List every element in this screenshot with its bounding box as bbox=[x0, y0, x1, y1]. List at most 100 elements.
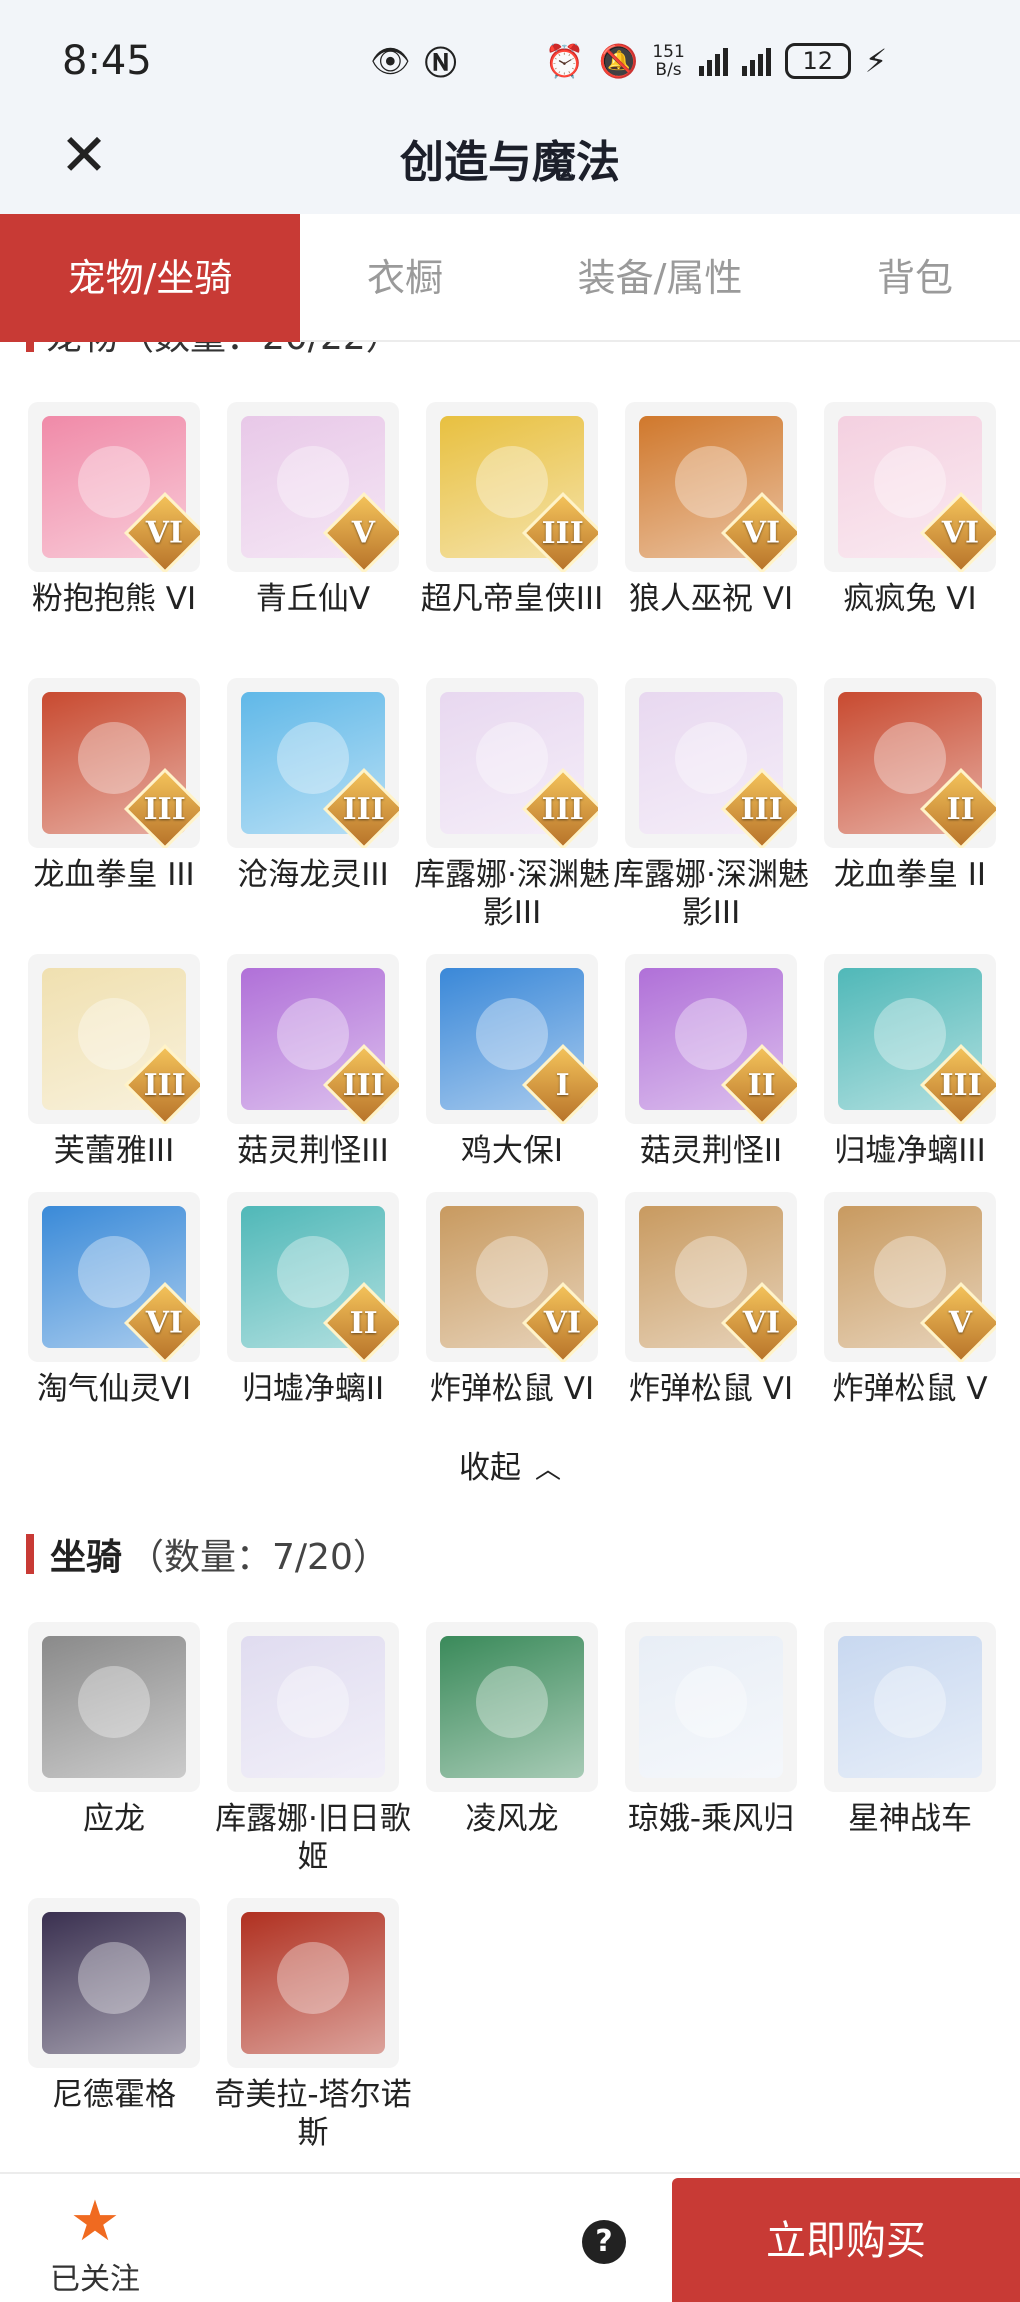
character-silhouette bbox=[874, 998, 946, 1070]
character-silhouette bbox=[277, 1666, 349, 1738]
pets-item[interactable]: III 龙血拳皇 III bbox=[28, 678, 200, 894]
pets-thumbnail: VI bbox=[625, 402, 797, 572]
mounts-item[interactable]: 尼德霍格 bbox=[28, 1898, 200, 2114]
eye-icon: 👁 bbox=[370, 42, 411, 80]
pets-name: 菇灵荆怪II bbox=[639, 1133, 783, 1169]
pets-thumbnail: VI bbox=[28, 402, 200, 572]
mounts-thumbnail bbox=[824, 1622, 996, 1792]
pets-item[interactable]: II 菇灵荆怪II bbox=[625, 954, 797, 1170]
pets-name: 超凡帝皇侠III bbox=[420, 581, 604, 617]
pets-item[interactable]: VI 疯疯兔 VI bbox=[824, 402, 996, 618]
mounts-item[interactable]: 奇美拉-塔尔诺斯 bbox=[214, 1898, 412, 2152]
pets-name: 龙血拳皇 III bbox=[33, 857, 195, 893]
status-icons: 👁 Ⓝ ⏰ 🔕 151 B/s 12 ⚡ bbox=[370, 36, 887, 86]
mounts-name: 尼德霍格 bbox=[52, 2077, 176, 2113]
pets-item[interactable]: II 龙血拳皇 II bbox=[824, 678, 996, 894]
mounts-name: 星神战车 bbox=[848, 1801, 972, 1837]
pets-thumbnail: III bbox=[28, 954, 200, 1124]
character-silhouette bbox=[874, 1666, 946, 1738]
character-silhouette bbox=[476, 1236, 548, 1308]
character-silhouette bbox=[675, 1666, 747, 1738]
mounts-item[interactable]: 库露娜·旧日歌姬 bbox=[215, 1622, 411, 1876]
pets-item[interactable]: III 沧海龙灵III bbox=[227, 678, 399, 894]
mounts-item[interactable]: 琼娥-乘风归 bbox=[625, 1622, 797, 1838]
follow-button[interactable]: ★ 已关注 bbox=[40, 2192, 150, 2298]
pets-item[interactable]: VI 狼人巫祝 VI bbox=[625, 402, 797, 618]
pets-name: 芙蕾雅III bbox=[53, 1133, 175, 1169]
pets-thumbnail: VI bbox=[28, 1192, 200, 1362]
pets-item[interactable]: III 超凡帝皇侠III bbox=[421, 402, 603, 618]
mounts-thumbnail bbox=[28, 1622, 200, 1792]
pets-name: 疯疯兔 VI bbox=[843, 581, 977, 617]
help-icon[interactable]: ? bbox=[582, 2220, 626, 2264]
character-silhouette bbox=[675, 998, 747, 1070]
character-silhouette bbox=[874, 722, 946, 794]
mounts-item[interactable]: 星神战车 bbox=[824, 1622, 996, 1838]
signal-icon-2 bbox=[741, 46, 771, 76]
tab-backpack[interactable]: 背包 bbox=[840, 214, 990, 342]
character-silhouette bbox=[277, 998, 349, 1070]
mounts-thumbnail bbox=[28, 1898, 200, 2068]
character-silhouette bbox=[675, 1236, 747, 1308]
tab-bar: 宠物/坐骑 衣橱 装备/属性 背包 bbox=[0, 214, 1020, 342]
tab-equipment[interactable]: 装备/属性 bbox=[540, 214, 780, 342]
pets-thumbnail: V bbox=[227, 402, 399, 572]
mute-icon: 🔕 bbox=[598, 42, 639, 80]
pets-item[interactable]: VI 炸弹松鼠 VI bbox=[426, 1192, 598, 1408]
character-silhouette bbox=[874, 446, 946, 518]
pets-thumbnail: III bbox=[625, 678, 797, 848]
pets-name: 菇灵荆怪III bbox=[237, 1133, 389, 1169]
pets-name: 归墟净螭II bbox=[241, 1371, 385, 1407]
status-bar: 8:45 👁 Ⓝ ⏰ 🔕 151 B/s 12 ⚡ bbox=[0, 0, 1020, 110]
pets-name: 粉抱抱熊 VI bbox=[31, 581, 197, 617]
character-silhouette bbox=[277, 722, 349, 794]
battery-icon: 12 bbox=[784, 43, 851, 79]
pets-thumbnail: III bbox=[426, 678, 598, 848]
character-silhouette bbox=[78, 998, 150, 1070]
collapse-button[interactable]: 收起 ︿ bbox=[0, 1442, 1020, 1487]
pets-name: 鸡大保I bbox=[460, 1133, 564, 1169]
pets-item[interactable]: II 归墟净螭II bbox=[227, 1192, 399, 1408]
mounts-section-title: 坐骑 （数量：7/20） bbox=[26, 1530, 389, 1578]
status-time: 8:45 bbox=[62, 38, 152, 84]
bottom-bar: ★ 已关注 ? 立即购买 bbox=[0, 2172, 1020, 2302]
pets-thumbnail: VI bbox=[824, 402, 996, 572]
pets-item[interactable]: V 炸弹松鼠 V bbox=[824, 1192, 996, 1408]
pets-item[interactable]: III 库露娜·深渊魅影III bbox=[414, 678, 610, 932]
character-silhouette bbox=[476, 722, 548, 794]
pets-name: 青丘仙V bbox=[255, 581, 371, 617]
pets-thumbnail: II bbox=[625, 954, 797, 1124]
pets-item[interactable]: V 青丘仙V bbox=[227, 402, 399, 618]
pets-item[interactable]: VI 淘气仙灵VI bbox=[28, 1192, 200, 1408]
pets-thumbnail: III bbox=[28, 678, 200, 848]
page-title: 创造与魔法 bbox=[400, 137, 620, 188]
pets-thumbnail: II bbox=[824, 678, 996, 848]
pets-item[interactable]: III 芙蕾雅III bbox=[28, 954, 200, 1170]
mounts-thumbnail bbox=[227, 1622, 399, 1792]
pets-item[interactable]: I 鸡大保I bbox=[426, 954, 598, 1170]
pets-name: 库露娜·深渊魅影III bbox=[613, 857, 809, 931]
tab-wardrobe[interactable]: 衣橱 bbox=[300, 214, 510, 342]
net-speed: 151 B/s bbox=[652, 42, 685, 80]
character-silhouette bbox=[277, 446, 349, 518]
pets-thumbnail: III bbox=[426, 402, 598, 572]
tab-pets-mounts[interactable]: 宠物/坐骑 bbox=[0, 214, 300, 342]
buy-now-button[interactable]: 立即购买 bbox=[672, 2178, 1020, 2302]
signal-icon bbox=[698, 46, 728, 76]
pets-thumbnail: VI bbox=[625, 1192, 797, 1362]
character-silhouette bbox=[675, 446, 747, 518]
pets-item[interactable]: III 归墟净螭III bbox=[824, 954, 996, 1170]
pets-item[interactable]: VI 粉抱抱熊 VI bbox=[28, 402, 200, 618]
mounts-item[interactable]: 凌风龙 bbox=[426, 1622, 598, 1838]
pets-item[interactable]: III 菇灵荆怪III bbox=[227, 954, 399, 1170]
pets-item[interactable]: III 库露娜·深渊魅影III bbox=[613, 678, 809, 932]
character-silhouette bbox=[78, 1666, 150, 1738]
title-bar: ✕ 创造与魔法 bbox=[0, 110, 1020, 214]
pets-name: 龙血拳皇 II bbox=[833, 857, 987, 893]
pets-item[interactable]: VI 炸弹松鼠 VI bbox=[625, 1192, 797, 1408]
chevron-up-icon: ︿ bbox=[534, 1455, 561, 1485]
mounts-name: 琼娥-乘风归 bbox=[627, 1801, 795, 1837]
mounts-item[interactable]: 应龙 bbox=[28, 1622, 200, 1838]
pets-section-heading: 宠物（数量：20/22） bbox=[0, 342, 1020, 356]
character-silhouette bbox=[277, 1942, 349, 2014]
